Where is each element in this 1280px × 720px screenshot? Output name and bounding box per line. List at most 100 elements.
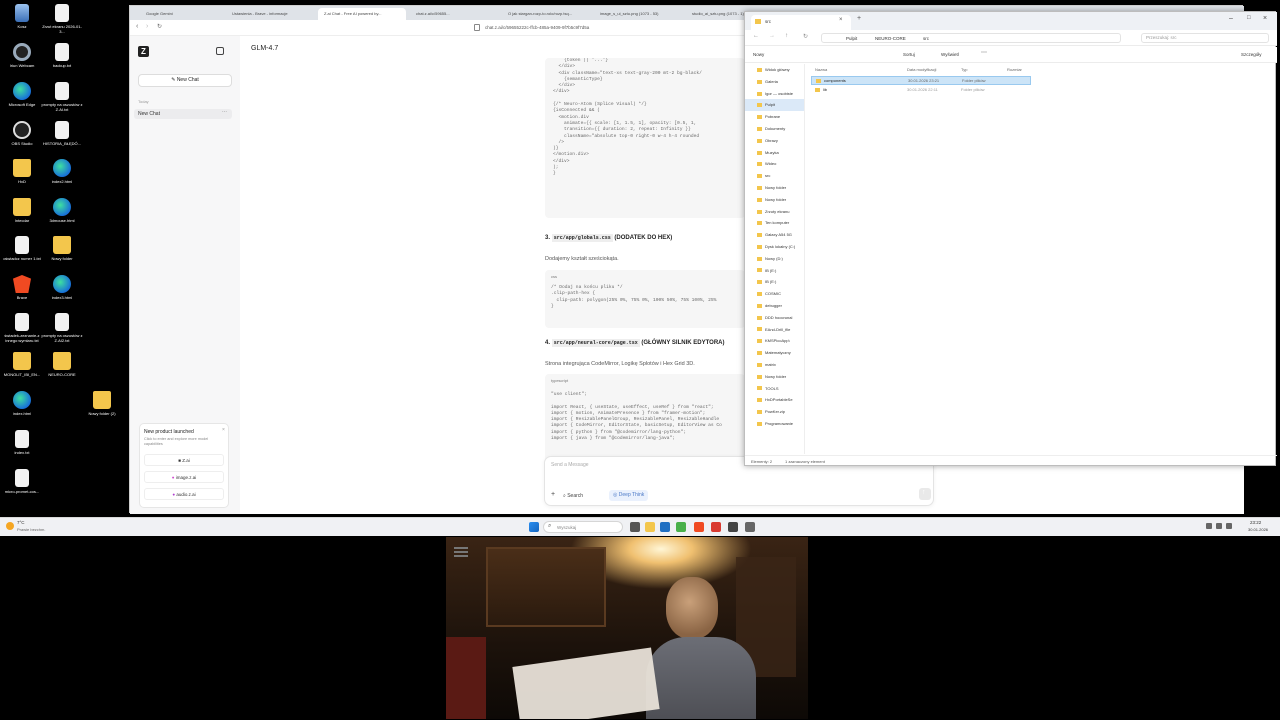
tray-network-icon[interactable] [1206, 523, 1212, 529]
nav-item[interactable]: IB (E:) [745, 276, 804, 288]
app-red-icon[interactable] [711, 522, 721, 532]
taskbar-search[interactable]: ⌕ Wyszukaj [543, 521, 623, 533]
nav-item[interactable]: Ten komputer [745, 217, 804, 229]
deep-think-button[interactable]: ◎ Deep Think [609, 490, 649, 501]
bookmark-icon[interactable] [474, 24, 480, 31]
nav-item[interactable]: Matematyczny [745, 347, 804, 359]
desktop-icon-brave[interactable]: Brave [0, 275, 44, 300]
desktop-icon-swiadek[interactable]: świadek-zeznanie-z innego wymiaru.txt [0, 313, 44, 343]
attach-icon[interactable]: + [551, 491, 555, 498]
promo-zai-link[interactable]: ■ Z.ai [144, 454, 224, 466]
app-gray-icon[interactable] [745, 522, 755, 532]
tray-battery-icon[interactable] [1226, 523, 1232, 529]
desktop-icon-screenshot[interactable]: Zrzut ekranu 2026-01-3... [40, 4, 84, 34]
col-name[interactable]: Nazwa [815, 67, 827, 72]
nav-item[interactable]: Pulpit [745, 99, 804, 112]
nav-item[interactable]: Dysk lokalny (C:) [745, 241, 804, 253]
forward-icon[interactable]: → [769, 33, 775, 39]
nav-item[interactable]: src [745, 170, 804, 182]
tab-rozp[interactable]: O jak stargan-rozp-to.rolo/rozp.tsq... [502, 8, 590, 20]
nav-item[interactable]: Nowy folder [745, 194, 804, 206]
model-selector[interactable]: GLM-4.7 [251, 45, 278, 52]
desktop-icon-nowy-folder[interactable]: Nowy folder [40, 236, 84, 261]
more-icon[interactable]: ⋯ [222, 109, 227, 115]
url-field[interactable]: chat.z.ai/c/59655222c-ffcb-485a-9409-9f7… [485, 23, 725, 33]
nav-item[interactable]: HxDPortableSe [745, 394, 804, 406]
tab-studio[interactable]: studio_ai_sztu.png (1073 - 1)... [686, 8, 746, 20]
tab-close-icon[interactable]: × [839, 17, 843, 23]
search-button[interactable]: ⌕ Search [563, 491, 583, 501]
task-view-icon[interactable] [630, 522, 640, 532]
back-icon[interactable]: ← [753, 33, 759, 39]
nav-item[interactable]: Pobrane [745, 111, 804, 123]
new-tab-icon[interactable]: + [857, 15, 861, 22]
details-button[interactable]: Szczegóły [1241, 52, 1262, 57]
desktop-icon-recycle-bin[interactable]: Kosz [0, 4, 44, 29]
nav-item[interactable]: Programowanie [745, 418, 804, 430]
nav-item[interactable]: DDD hoocrunal [745, 312, 804, 324]
back-icon[interactable]: ‹ [136, 23, 138, 30]
desktop-icon-index2[interactable]: index2.html [40, 159, 84, 184]
nav-item[interactable]: IB (E:) [745, 265, 804, 277]
nav-item[interactable]: Obrazy [745, 135, 804, 147]
nav-item[interactable]: Dokumenty [745, 123, 804, 135]
desktop-icon-edge[interactable]: Microsoft Edge [0, 82, 44, 107]
app-green-icon[interactable] [676, 522, 686, 532]
col-date[interactable]: Data modyfikacji [907, 67, 936, 72]
window-close-icon[interactable]: × [1263, 15, 1267, 22]
desktop-icon-neuro-core[interactable]: NEURO-CORE [40, 352, 84, 377]
explorer-tab-src[interactable]: src × [751, 15, 851, 30]
col-size[interactable]: Rozmiar [1007, 67, 1022, 72]
store-icon[interactable] [660, 522, 670, 532]
promo-audio-link[interactable]: ● audio.z.ai [144, 488, 224, 500]
more-options-icon[interactable]: ⋯ [981, 49, 987, 56]
message-input[interactable]: Send a Message [551, 462, 589, 468]
file-explorer-taskbar-icon[interactable] [645, 522, 655, 532]
nav-item[interactable]: debugger [745, 300, 804, 312]
send-button[interactable]: ↑ [919, 488, 931, 500]
weather-icon[interactable] [6, 522, 14, 530]
nav-item[interactable]: Zrzuty ekranu [745, 206, 804, 218]
desktop-icon-oswiadcz[interactable]: oświadcz numer 1.txt [0, 236, 44, 261]
clock-time[interactable]: 23:22 [1250, 520, 1261, 525]
sidebar-toggle-icon[interactable] [216, 47, 224, 55]
nav-item[interactable]: Nowy folder [745, 371, 804, 383]
tab-image[interactable]: image_s_ui_sztu.png (1073 - 53) [594, 8, 682, 20]
new-chat-button[interactable]: ✎ New Chat [138, 74, 232, 87]
desktop-icon-hxd[interactable]: HxD [0, 159, 44, 184]
clock-date[interactable]: 30.01.2026 [1248, 527, 1268, 532]
tab-brave-settings[interactable]: Ustawienia - Brave - informacje [226, 8, 314, 20]
nav-item[interactable]: Nowy folder [745, 182, 804, 194]
desktop-icon-backup[interactable]: backup.txt [40, 43, 84, 68]
col-type[interactable]: Typ [961, 67, 967, 72]
refresh-icon[interactable]: ↻ [803, 33, 808, 40]
history-item[interactable]: New Chat ⋯ [134, 109, 232, 119]
promo-image-link[interactable]: ● image.z.ai [144, 471, 224, 483]
desktop-icon-prompty[interactable]: prompty na oszustów z Z.AI.txt [40, 82, 84, 112]
brave-taskbar-icon[interactable] [694, 522, 704, 532]
desktop-icon-iriun[interactable]: Iriun Webcam [0, 43, 44, 68]
desktop-icon-prompty2[interactable]: prompty na oszustów z Z.AI2.txt [40, 313, 84, 343]
view-button[interactable]: Wyświetl [941, 52, 959, 57]
nav-item[interactable]: EAnd-Drill_file [745, 324, 804, 336]
table-row[interactable]: lib 30.01.2026 22:11 Folder plików [811, 86, 1031, 95]
nav-item[interactable]: KMSPicoApp\ [745, 335, 804, 347]
nav-item[interactable]: COSMIC [745, 288, 804, 300]
tab-zai-chat[interactable]: Z.ai Chat - Free AI powered by... [318, 8, 406, 20]
tab-gemini[interactable]: Google Gemini [140, 8, 222, 20]
forward-icon[interactable]: › [146, 23, 148, 30]
tab-chat-2[interactable]: chat.z.ai/c/59655... [410, 8, 498, 20]
nav-item[interactable]: Muzyka [745, 147, 804, 159]
breadcrumb[interactable]: Pulpit NEURO-CORE src [821, 33, 1121, 43]
desktop-icon-nowy-folder-2[interactable]: Nowy folder (2) [80, 391, 124, 416]
tray-volume-icon[interactable] [1216, 523, 1222, 529]
table-row[interactable]: components 30.01.2026 23:21 Folder plikó… [811, 76, 1031, 85]
desktop-icon-historia[interactable]: HISTORIA_BŁĘDÓ... [40, 121, 84, 146]
reload-icon[interactable]: ↻ [157, 23, 162, 30]
nav-item[interactable]: matrix [745, 359, 804, 371]
nav-item[interactable]: Galaxy A54 5G [745, 229, 804, 241]
desktop-icon-3dmouse[interactable]: 3dmouse.html [40, 198, 84, 223]
sort-button[interactable]: Sortuj [903, 52, 915, 57]
up-icon[interactable]: ↑ [785, 33, 788, 39]
close-icon[interactable]: × [222, 427, 225, 433]
